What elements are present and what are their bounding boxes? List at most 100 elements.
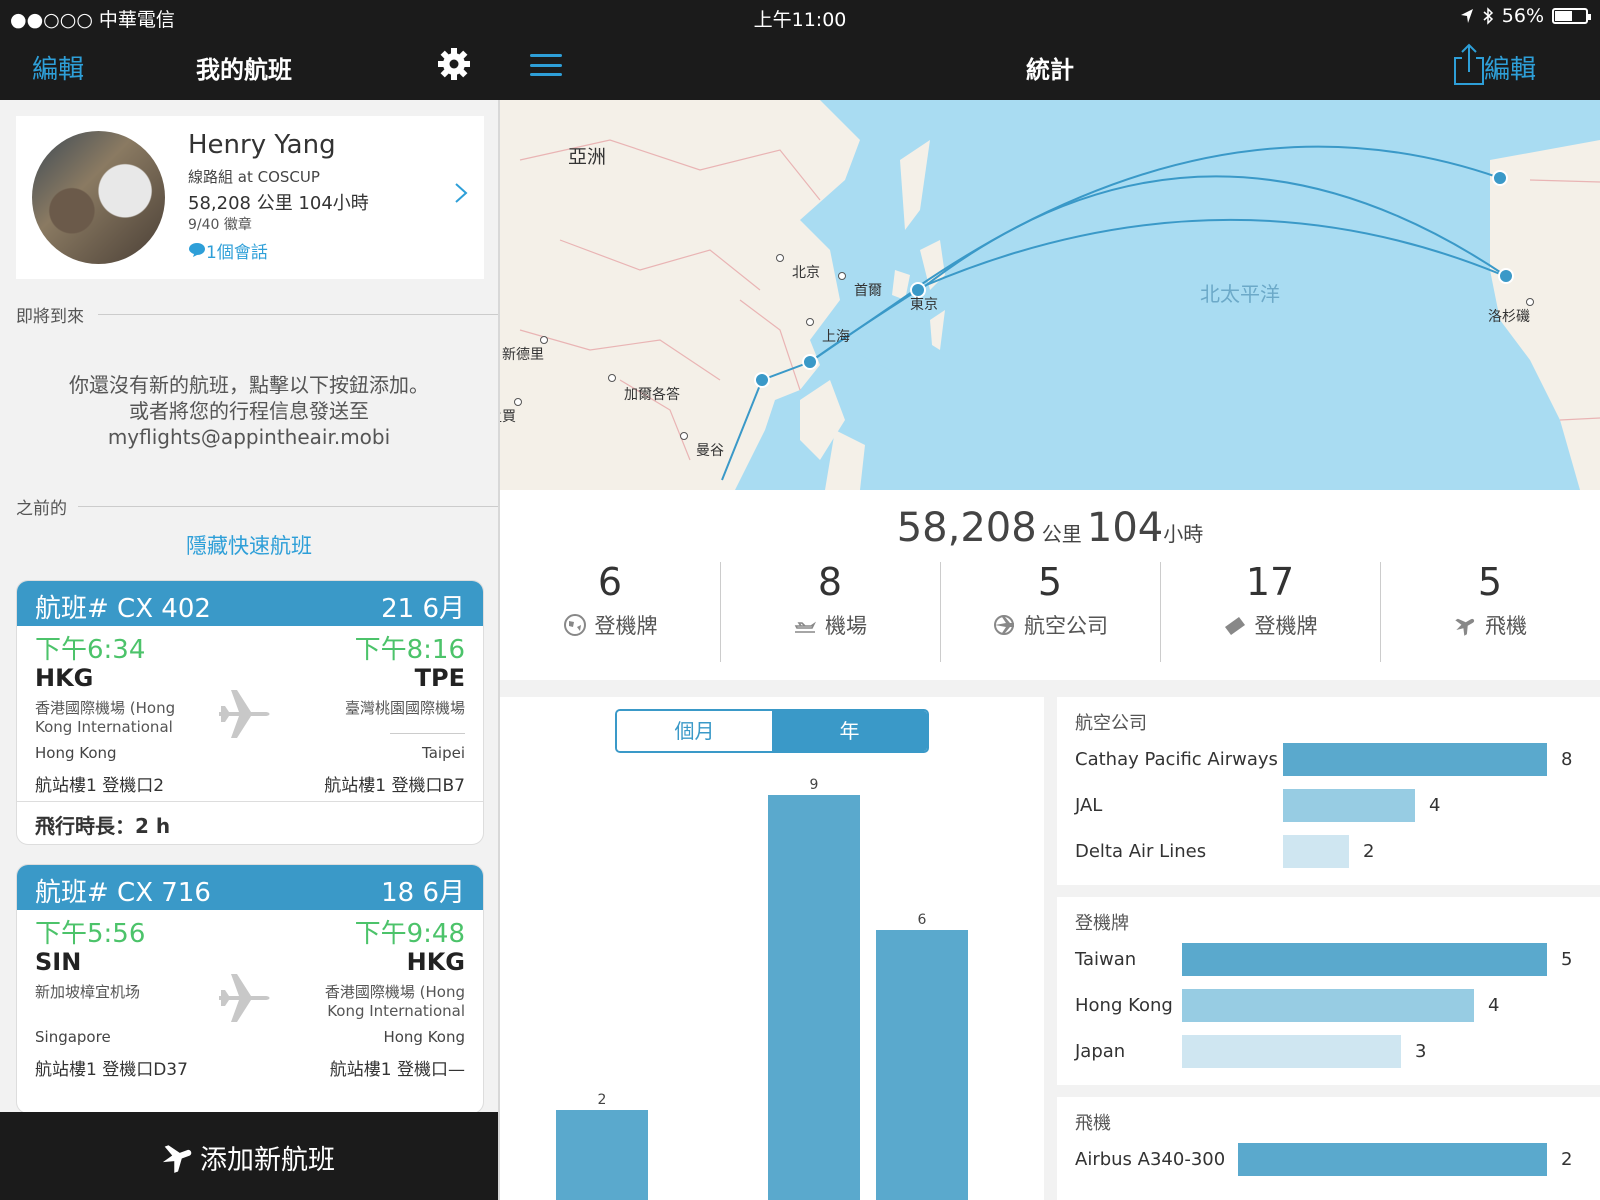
departure-gate: 航站樓1 登機口D37: [35, 1060, 188, 1080]
stat-row-bar: [1283, 789, 1415, 822]
profile-stats: 58,208 公里 104小時: [188, 193, 369, 214]
no-flights-message: 你還沒有新的航班，點擊以下按鈕添加。 或者將您的行程信息發送至 myflight…: [0, 372, 498, 450]
chart-bar-value: 9: [810, 777, 819, 793]
stat-row-bar: [1182, 989, 1474, 1022]
stat-row-value: 2: [1363, 841, 1375, 862]
stat-row[interactable]: Airbus A340-300 2: [1075, 1143, 1595, 1177]
stat-value: 8: [817, 560, 843, 604]
previous-divider: [78, 506, 498, 507]
gear-icon[interactable]: [436, 46, 472, 82]
share-icon[interactable]: [1452, 42, 1486, 86]
hamburger-icon[interactable]: [530, 54, 562, 76]
edit-button-left[interactable]: 編輯: [32, 49, 84, 86]
arrival-airport: 臺灣桃園國際機場: [344, 699, 465, 717]
arrival-code: HKG: [406, 948, 465, 976]
email-address[interactable]: myflights@appintheair.mobi: [0, 424, 498, 450]
chart-bar-value: 6: [918, 912, 927, 928]
stat-row-name: Taiwan: [1075, 949, 1137, 970]
map-label-la: 洛杉磯: [1488, 309, 1530, 325]
add-flight-button[interactable]: 添加新航班: [0, 1112, 498, 1200]
stat-row-bar: [1283, 835, 1349, 868]
my-flights-navbar: 編輯 我的航班: [0, 32, 498, 100]
map-label-pacific: 北太平洋: [1200, 282, 1280, 306]
map-label-bangkok: 曼谷: [696, 443, 724, 459]
stat-airports[interactable]: 8 機場: [720, 560, 940, 670]
plane-icon: [162, 1145, 192, 1173]
arrival-time: 下午9:48: [354, 919, 465, 949]
edit-button-right[interactable]: 編輯: [1484, 49, 1536, 86]
flight-duration-row: 飛行時長：2 h: [17, 801, 483, 844]
stat-row-name: Cathay Pacific Airways: [1075, 749, 1278, 770]
flight-duration: 飛行時長：2 h: [35, 814, 171, 838]
map-land: [500, 100, 1600, 490]
bar-chart: 2 9 6: [556, 777, 968, 1200]
airport-divider: [390, 733, 465, 734]
stat-row[interactable]: Hong Kong 4: [1075, 989, 1595, 1023]
stat-row-value: 4: [1429, 795, 1441, 816]
stat-row-value: 4: [1488, 995, 1500, 1016]
conversation-link[interactable]: 1個會話: [188, 238, 268, 263]
map-label-beijing: 北京: [792, 265, 820, 281]
flight-card-header: 航班# CX 402 21 6月: [17, 581, 483, 626]
tab-month[interactable]: 個月: [617, 711, 772, 751]
departure-city: Singapore: [35, 1028, 111, 1046]
profile-role: 線路組 at COSCUP: [188, 168, 320, 186]
hide-quick-flights-link[interactable]: 隱藏快速航班: [0, 530, 498, 560]
map-label-shanghai: 上海: [822, 329, 850, 345]
stat-value: 6: [597, 560, 623, 604]
total-distance: 58,208: [896, 505, 1037, 551]
stat-row-bar: [1182, 1035, 1401, 1068]
airlines-heading: 航空公司: [1075, 713, 1147, 734]
stat-label: 飛機: [1485, 614, 1527, 638]
ticket-icon: [1224, 617, 1245, 635]
flight-number: 航班# CX 402: [35, 594, 211, 624]
clock: 上午11:00: [753, 9, 847, 31]
empty-line-2: 或者將您的行程信息發送至: [129, 399, 369, 423]
airlines-panel: 航空公司 Cathay Pacific Airways 8 JAL 4 Delta Ai…: [1057, 697, 1600, 885]
stat-row-value: 2: [1561, 1149, 1573, 1170]
stat-row-bar: [1283, 743, 1547, 776]
stat-row-name: Delta Air Lines: [1075, 841, 1207, 862]
stat-row-value: 5: [1561, 949, 1573, 970]
stat-label: 航空公司: [1024, 614, 1108, 638]
stat-label: 登機牌: [594, 614, 658, 638]
map-label-asia: 亞洲: [568, 146, 607, 168]
flights-per-period-chart: 個月 年 2 9 6: [500, 697, 1044, 1200]
stat-row[interactable]: Taiwan 5: [1075, 943, 1595, 977]
statistics-navbar: 統計 編輯: [498, 32, 1600, 100]
tab-year[interactable]: 年: [772, 711, 927, 751]
stat-value: 5: [1477, 560, 1503, 604]
arrival-gate: 航站樓1 登機口—: [329, 1060, 465, 1080]
stat-row[interactable]: Cathay Pacific Airways 8: [1075, 743, 1595, 777]
aircraft-heading: 飛機: [1075, 1113, 1111, 1134]
boarding-heading: 登機牌: [1075, 913, 1129, 934]
arrival-time: 下午8:16: [354, 635, 465, 665]
departure-code: SIN: [35, 948, 82, 976]
stat-row-bar: [1238, 1143, 1547, 1176]
stat-aircraft[interactable]: 5 飛機: [1380, 560, 1600, 670]
flight-number: 航班# CX 716: [35, 878, 211, 908]
map-label-seoul: 首爾: [854, 283, 882, 299]
stat-airlines[interactable]: 5 航空公司: [940, 560, 1160, 670]
airport-icon: [794, 621, 817, 633]
stat-row[interactable]: Delta Air Lines 2: [1075, 835, 1595, 869]
battery-percent: 56%: [1501, 5, 1544, 27]
stat-label: 登機牌: [1254, 614, 1318, 638]
bluetooth-icon: [1483, 7, 1493, 25]
profile-card[interactable]: Henry Yang 線路組 at COSCUP 58,208 公里 104小時…: [16, 116, 484, 279]
stat-row-name: Airbus A340-300: [1075, 1149, 1226, 1170]
chart-bar: [556, 1110, 648, 1200]
arrival-gate: 航站樓1 登機口B7: [324, 776, 465, 796]
stat-value: 5: [1037, 560, 1063, 604]
flight-card[interactable]: 航班# CX 402 21 6月 下午6:34 下午8:16 HKG TPE 香…: [16, 580, 484, 845]
route-map[interactable]: 亞洲 北京 首爾 東京 上海 新德里 加爾各答 孟買 曼谷 北太平洋 洛杉磯: [500, 100, 1600, 490]
departure-city: Hong Kong: [35, 744, 117, 762]
stat-row[interactable]: JAL 4: [1075, 789, 1595, 823]
flight-card[interactable]: 航班# CX 716 18 6月 下午5:56 下午9:48 SIN HKG 新…: [16, 864, 484, 1114]
stat-boarding-passes[interactable]: 17 登機牌: [1160, 560, 1380, 670]
map-label-delhi: 新德里: [502, 347, 544, 363]
stat-row-bar: [1182, 943, 1547, 976]
period-toggle[interactable]: 個月 年: [615, 709, 929, 753]
stat-row[interactable]: Japan 3: [1075, 1035, 1595, 1069]
stat-countries[interactable]: 6 登機牌: [500, 560, 720, 670]
